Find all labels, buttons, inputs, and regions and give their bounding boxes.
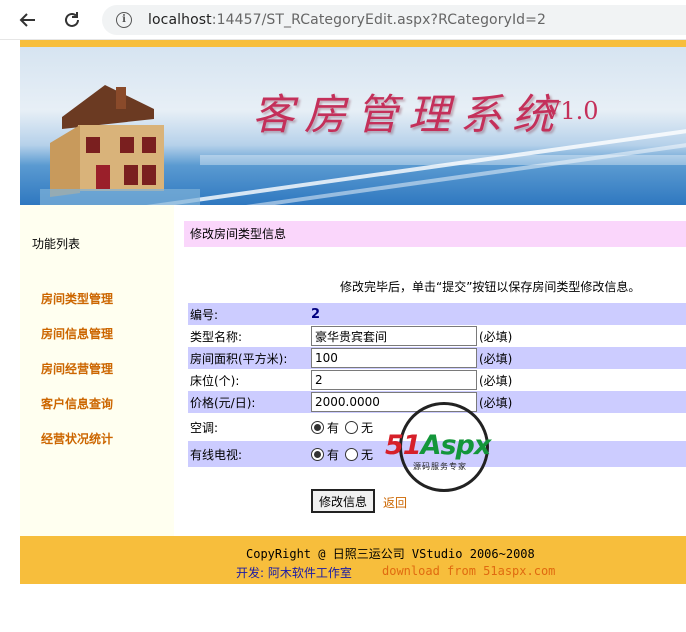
url-text[interactable]: localhost:14457/ST_RCategoryEdit.aspx?RC…: [148, 12, 546, 28]
sidebar-item-room-operation[interactable]: 房间经营管理: [41, 360, 113, 377]
sidebar-item-statistics[interactable]: 经营状况统计: [41, 430, 113, 447]
required-mark: (必填): [479, 351, 513, 366]
house-illustration: [40, 85, 200, 205]
ac-label: 空调:: [190, 420, 219, 435]
top-accent-stripe: [20, 40, 686, 47]
row-type-name: 类型名称: (必填): [188, 325, 686, 347]
download-text: download from 51aspx.com: [382, 564, 556, 578]
developer-text: 开发: 阿木软件工作室: [236, 566, 352, 580]
main-content: 修改房间类型信息 修改完毕后，单击“提交”按钮以保存房间类型修改信息。 编号: …: [174, 205, 686, 536]
system-title: 客房管理系统: [252, 90, 565, 139]
site-info-icon[interactable]: i: [116, 12, 132, 28]
back-link[interactable]: 返回: [383, 494, 407, 511]
watermark-logo: 51Aspx 源码服务专家: [385, 400, 495, 496]
sidebar-heading: 功能列表: [32, 237, 81, 251]
instruction-text: 修改完毕后，单击“提交”按钮以保存房间类型修改信息。: [340, 280, 641, 294]
sidebar-item-customer-query[interactable]: 客户信息查询: [41, 395, 113, 412]
beds-input[interactable]: [311, 370, 477, 390]
required-mark: (必填): [479, 373, 513, 388]
sidebar: 功能列表 房间类型管理 房间信息管理 房间经营管理 客户信息查询 经营状况统计: [20, 205, 174, 536]
footer: CopyRight @ 日照三运公司 VStudio 2006~2008 开发:…: [20, 536, 686, 584]
reload-icon[interactable]: [60, 8, 84, 32]
id-value: 2: [311, 306, 321, 322]
back-arrow-icon[interactable]: [16, 8, 40, 32]
ac-no-radio[interactable]: 无: [345, 419, 373, 436]
watermark-brand: 51Aspx: [385, 430, 491, 461]
ac-yes-radio[interactable]: 有: [311, 419, 339, 436]
radio-dot-icon[interactable]: [311, 420, 324, 434]
submit-button[interactable]: 修改信息: [311, 489, 376, 513]
row-beds: 床位(个): (必填): [188, 369, 686, 391]
tv-yes-radio[interactable]: 有: [311, 446, 339, 463]
browser-toolbar: i localhost:14457/ST_RCategoryEdit.aspx?…: [0, 0, 686, 40]
price-label: 价格(元/日):: [190, 395, 256, 410]
area-label: 房间面积(平方米):: [190, 351, 288, 366]
radio-dot-icon[interactable]: [345, 447, 359, 461]
tv-no-radio[interactable]: 无: [345, 446, 373, 463]
required-mark: (必填): [479, 329, 513, 344]
header-banner: 客房管理系统 V1.0: [20, 47, 686, 205]
row-area: 房间面积(平方米): (必填): [188, 347, 686, 369]
radio-dot-icon[interactable]: [345, 420, 359, 434]
section-title: 修改房间类型信息: [184, 221, 686, 247]
area-input[interactable]: [311, 348, 477, 368]
id-label: 编号:: [190, 307, 219, 322]
beds-label: 床位(个):: [190, 373, 240, 388]
address-bar[interactable]: i localhost:14457/ST_RCategoryEdit.aspx?…: [102, 5, 686, 35]
system-version: V1.0: [543, 97, 599, 125]
radio-dot-icon[interactable]: [311, 447, 324, 461]
type-name-label: 类型名称:: [190, 329, 243, 344]
type-name-input[interactable]: [311, 326, 477, 346]
sidebar-item-room-info[interactable]: 房间信息管理: [41, 325, 113, 342]
tv-label: 有线电视:: [190, 447, 243, 462]
row-id: 编号: 2: [188, 303, 686, 325]
watermark-tagline: 源码服务专家: [413, 462, 467, 471]
sidebar-item-room-type[interactable]: 房间类型管理: [41, 290, 113, 307]
copyright-text: CopyRight @ 日照三运公司 VStudio 2006~2008: [246, 547, 535, 561]
